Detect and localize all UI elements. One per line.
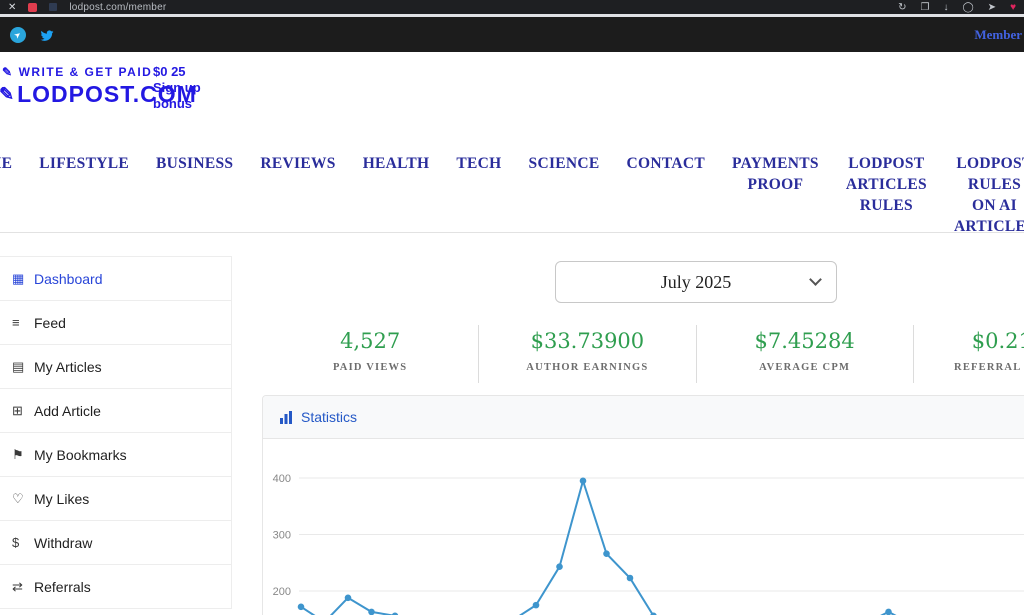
nav-item-lifestyle[interactable]: LIFESTYLE bbox=[39, 153, 129, 174]
sidebar-item-withdraw[interactable]: $ Withdraw bbox=[0, 521, 231, 565]
sidebar-item-my-articles[interactable]: ▤ My Articles bbox=[0, 345, 231, 389]
sidebar-item-label: Dashboard bbox=[34, 271, 103, 287]
signup-bonus: $0 25 Sign up bonus bbox=[153, 64, 201, 112]
stat-value: $0.21000 bbox=[914, 329, 1024, 353]
stat-paid-views: 4,527 PAID VIEWS bbox=[262, 325, 478, 383]
bonus-amount: $0 25 bbox=[153, 64, 201, 80]
dashboard-grid-icon: ▦ bbox=[12, 271, 34, 287]
add-square-icon: ⊞ bbox=[12, 403, 34, 419]
profile-icon[interactable]: ◯ bbox=[962, 2, 973, 13]
bookmark-icon: ⚑ bbox=[12, 447, 34, 463]
svg-text:200: 200 bbox=[273, 586, 291, 598]
nav-item-lodpost-rules-on-ai-articles[interactable]: LODPOST RULES ON AI ARTICLES bbox=[954, 153, 1024, 233]
nav-item-home[interactable]: HOME bbox=[0, 153, 12, 174]
arrows-swap-icon: ⇄ bbox=[12, 579, 34, 595]
sidebar-item-label: Feed bbox=[34, 315, 66, 331]
favorite-heart-icon[interactable]: ♥ bbox=[1010, 2, 1016, 13]
screen: ✕ lodpost.com/member ↻ ❐ ↓ ◯ ➤ ♥ ➤ Membe… bbox=[0, 0, 1024, 615]
share-icon[interactable]: ➤ bbox=[988, 2, 996, 13]
bonus-text-1: Sign up bbox=[153, 80, 201, 96]
dashboard-main: July 2025 4,527 PAID VIEWS $33.73900 AUT… bbox=[232, 233, 1024, 615]
members-area-link[interactable]: Member bbox=[974, 27, 1022, 43]
site-header: ✎ WRITE & GET PAID ✎ LODPOST.COM $0 25 S… bbox=[0, 52, 1024, 136]
statistics-title: Statistics bbox=[301, 409, 357, 425]
month-select-value: July 2025 bbox=[661, 272, 732, 293]
nav-item-reviews[interactable]: REVIEWS bbox=[260, 153, 335, 174]
stat-label: AVERAGE CPM bbox=[697, 362, 913, 373]
sidebar-item-label: My Bookmarks bbox=[34, 447, 127, 463]
nav-item-payments-proof[interactable]: PAYMENTS PROOF bbox=[732, 153, 819, 195]
statistics-card: Statistics 100200300400 bbox=[262, 395, 1024, 615]
stat-label: AUTHOR EARNINGS bbox=[479, 362, 695, 373]
url-text[interactable]: lodpost.com/member bbox=[69, 2, 166, 13]
sidebar-item-referrals[interactable]: ⇄ Referrals bbox=[0, 565, 231, 609]
social-bar: ➤ Member bbox=[0, 17, 1024, 52]
telegram-icon[interactable]: ➤ bbox=[10, 27, 26, 43]
sidebar-item-dashboard[interactable]: ▦ Dashboard bbox=[0, 257, 231, 301]
statistics-card-body: 100200300400 bbox=[263, 439, 1024, 615]
svg-text:400: 400 bbox=[273, 473, 291, 485]
reading-list-icon[interactable]: ❐ bbox=[921, 2, 930, 13]
nav-item-tech[interactable]: TECH bbox=[456, 153, 501, 174]
stat-value: 4,527 bbox=[262, 329, 478, 353]
heart-outline-icon: ♡ bbox=[12, 491, 34, 507]
logo-tagline: WRITE & GET PAID bbox=[19, 65, 153, 79]
refresh-icon[interactable]: ↻ bbox=[898, 2, 906, 13]
stat-value: $33.73900 bbox=[479, 329, 695, 353]
browser-address-bar: ✕ lodpost.com/member ↻ ❐ ↓ ◯ ➤ ♥ bbox=[0, 0, 1024, 14]
content-area: ▦ Dashboard ≡ Feed ▤ My Articles ⊞ Add A… bbox=[0, 233, 1024, 615]
document-icon: ▤ bbox=[12, 359, 34, 375]
sidebar-item-my-bookmarks[interactable]: ⚑ My Bookmarks bbox=[0, 433, 231, 477]
stat-label: PAID VIEWS bbox=[262, 362, 478, 373]
statistics-line-chart[interactable]: 100200300400 bbox=[263, 439, 1024, 615]
stat-average-cpm: $7.45284 AVERAGE CPM bbox=[696, 325, 913, 383]
nav-item-science[interactable]: SCIENCE bbox=[529, 153, 600, 174]
twitter-icon[interactable] bbox=[38, 28, 55, 42]
stat-value: $7.45284 bbox=[697, 329, 913, 353]
stat-label: REFERRAL EARNINGS bbox=[914, 362, 1024, 373]
bonus-text-2: bonus bbox=[153, 96, 201, 112]
money-icon: $ bbox=[12, 535, 34, 550]
statistics-card-header: Statistics bbox=[263, 396, 1024, 439]
chevron-down-icon bbox=[809, 273, 822, 286]
site-security-icon bbox=[49, 3, 57, 11]
feed-list-icon: ≡ bbox=[12, 315, 34, 330]
sidebar-item-label: My Articles bbox=[34, 359, 102, 375]
nav-item-lodpost-articles-rules[interactable]: LODPOST ARTICLES RULES bbox=[846, 153, 927, 216]
telegram-plane-glyph: ➤ bbox=[12, 30, 23, 41]
stat-author-earnings: $33.73900 AUTHOR EARNINGS bbox=[478, 325, 695, 383]
sidebar-item-label: Withdraw bbox=[34, 535, 92, 551]
month-select[interactable]: July 2025 bbox=[555, 261, 837, 303]
close-icon[interactable]: ✕ bbox=[8, 2, 16, 13]
sidebar-item-label: Referrals bbox=[34, 579, 91, 595]
sidebar-item-my-likes[interactable]: ♡ My Likes bbox=[0, 477, 231, 521]
sidebar-item-label: My Likes bbox=[34, 491, 89, 507]
stat-referral-earnings: $0.21000 REFERRAL EARNINGS bbox=[913, 325, 1024, 383]
quill-icon: ✎ bbox=[0, 84, 15, 105]
nav-item-contact[interactable]: CONTACT bbox=[627, 153, 705, 174]
downloads-icon[interactable]: ↓ bbox=[943, 2, 948, 13]
bar-chart-icon bbox=[279, 410, 293, 424]
pencil-icon: ✎ bbox=[2, 65, 14, 79]
stats-row: 4,527 PAID VIEWS $33.73900 AUTHOR EARNIN… bbox=[262, 325, 1024, 383]
sidebar-item-add-article[interactable]: ⊞ Add Article bbox=[0, 389, 231, 433]
main-nav: HOME LIFESTYLE BUSINESS REVIEWS HEALTH T… bbox=[0, 136, 1024, 233]
member-sidebar: ▦ Dashboard ≡ Feed ▤ My Articles ⊞ Add A… bbox=[0, 256, 232, 609]
tab-favicon-icon[interactable] bbox=[28, 3, 37, 12]
nav-item-health[interactable]: HEALTH bbox=[363, 153, 430, 174]
sidebar-item-feed[interactable]: ≡ Feed bbox=[0, 301, 231, 345]
nav-item-business[interactable]: BUSINESS bbox=[156, 153, 233, 174]
svg-text:300: 300 bbox=[273, 530, 291, 542]
browser-toolbar-icons: ↻ ❐ ↓ ◯ ➤ ♥ bbox=[898, 2, 1016, 13]
sidebar-item-label: Add Article bbox=[34, 403, 101, 419]
